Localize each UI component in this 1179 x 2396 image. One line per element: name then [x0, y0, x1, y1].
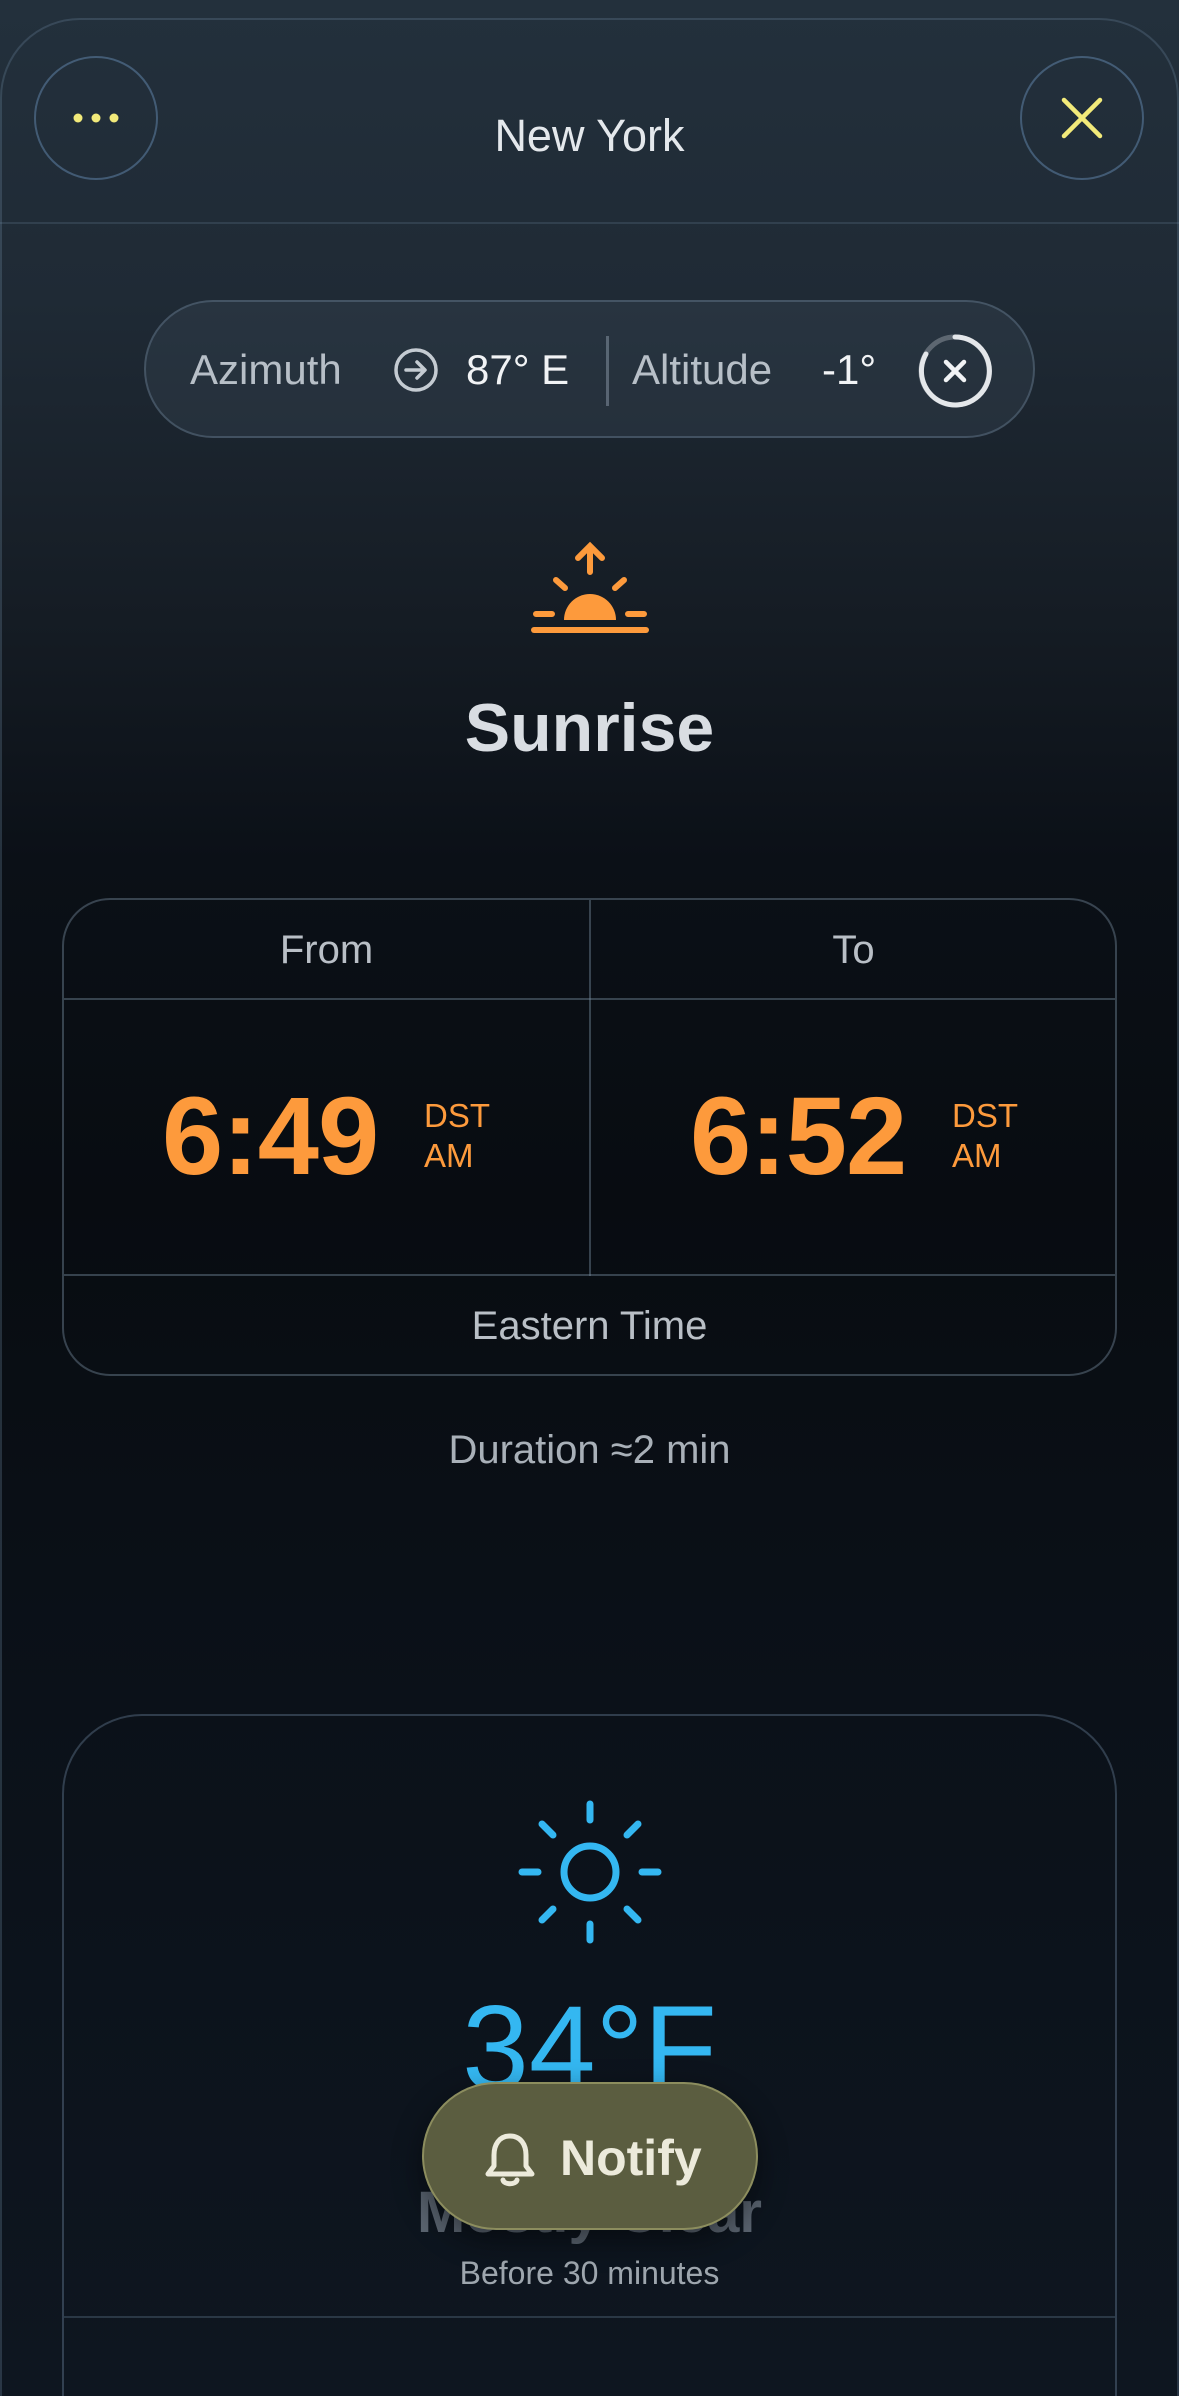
azimuth-value: 87° E	[466, 346, 570, 393]
time-range-box: From To 6:49 DST AM 6:52 DST AM Eastern …	[62, 898, 1117, 1376]
altitude-label: Altitude	[632, 346, 773, 393]
to-time: 6:52	[690, 1075, 907, 1198]
arrow-right-circle-icon	[394, 348, 438, 392]
bell-icon	[485, 2133, 535, 2187]
sun-icon	[518, 1800, 662, 1944]
from-time: 6:49	[162, 1075, 379, 1198]
pill-divider	[606, 336, 609, 406]
azimuth-label: Azimuth	[190, 346, 342, 393]
altitude-value: -1°	[822, 346, 877, 393]
to-dst: DST	[952, 1097, 1018, 1134]
header: New York	[0, 18, 1179, 224]
sun-position-pill: Azimuth 87° E Altitude -1°	[144, 300, 1035, 438]
from-ampm: AM	[424, 1137, 474, 1174]
notify-timing: Before 30 minutes	[459, 2255, 720, 2291]
from-dst: DST	[424, 1097, 490, 1134]
sunrise-icon	[531, 541, 649, 633]
to-ampm: AM	[952, 1137, 1002, 1174]
close-icon	[1061, 97, 1103, 139]
event-title: Sunrise	[464, 690, 715, 766]
timezone-label: Eastern Time	[471, 1304, 708, 1348]
divider	[64, 2316, 1115, 2318]
clear-position-icon[interactable]	[916, 332, 994, 410]
close-button[interactable]	[1020, 56, 1144, 180]
duration-label: Duration ≈2 min	[448, 1428, 731, 1472]
more-horizontal-icon	[73, 113, 119, 123]
to-label: To	[832, 928, 875, 972]
sunrise-detail-screen: New York Azimuth 87° E Altitude -1° Sunr…	[0, 0, 1179, 2396]
page-title: New York	[494, 110, 685, 161]
notify-label: Notify	[560, 2130, 702, 2186]
weather-card: 34°F Mostly Clear Before 30 minutes	[62, 1714, 1117, 2396]
from-label: From	[279, 928, 374, 972]
more-button[interactable]	[34, 56, 158, 180]
notify-button[interactable]: Notify	[422, 2082, 758, 2230]
